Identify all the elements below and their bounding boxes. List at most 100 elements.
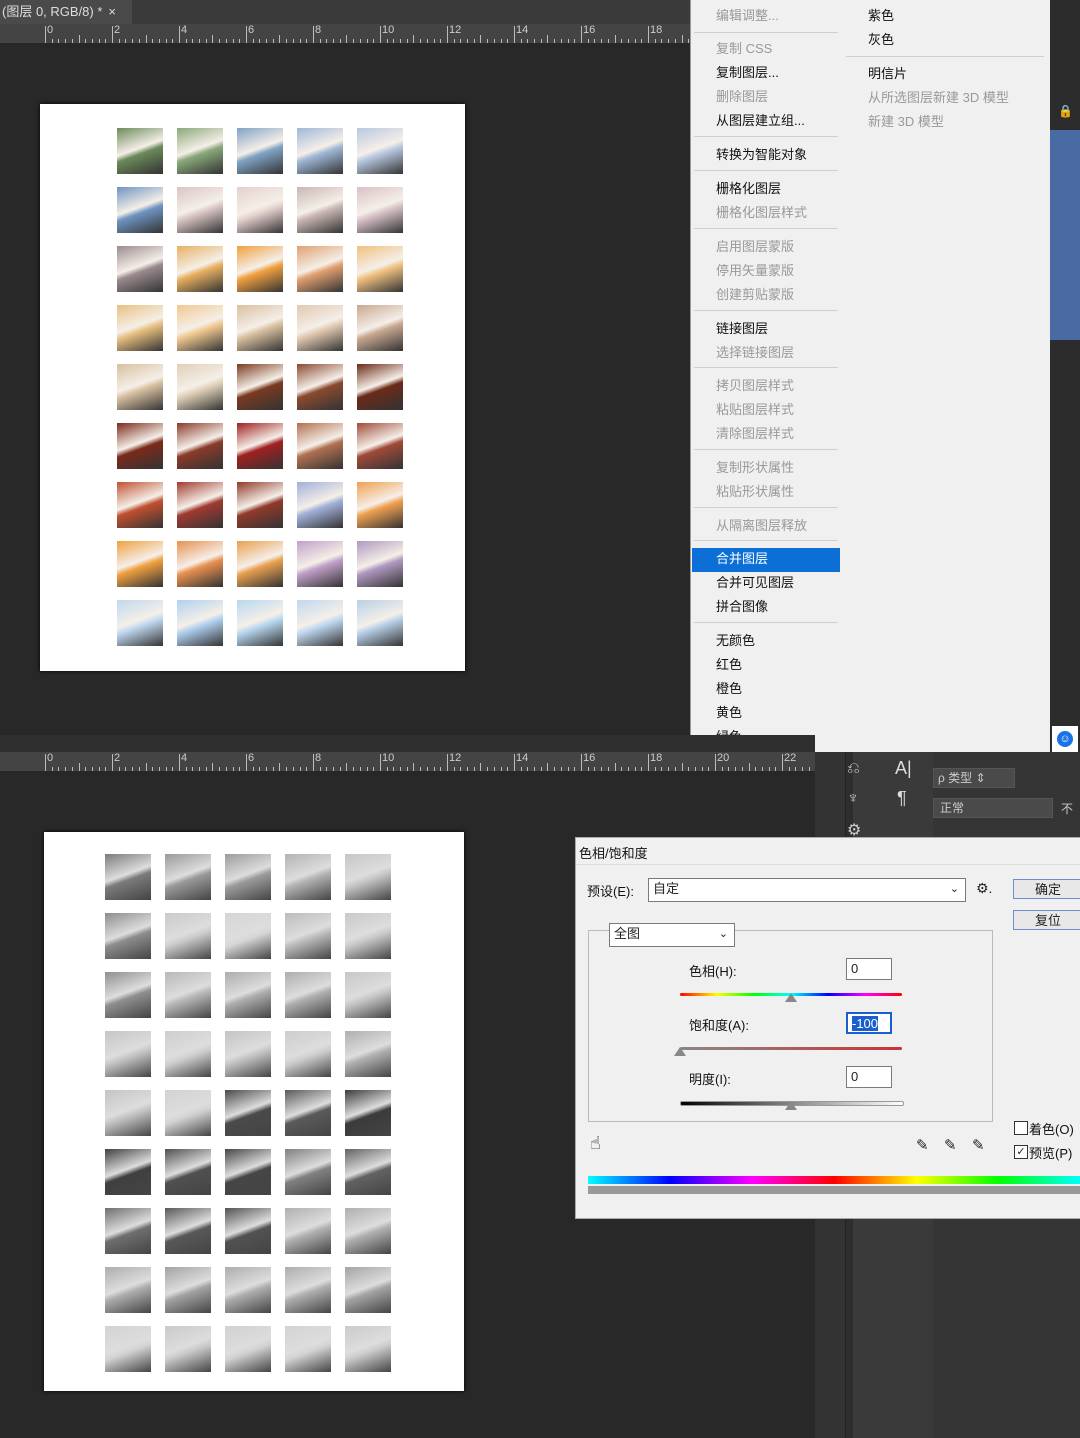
photo-thumbnail: [345, 854, 391, 900]
eyedropper-plus-icon[interactable]: ✎: [944, 1136, 957, 1154]
photo-thumbnail: [105, 854, 151, 900]
ruler-number: 16: [583, 24, 596, 36]
menu-item[interactable]: 拼合图像: [716, 596, 768, 615]
canvas-area-color[interactable]: [0, 43, 690, 735]
layer-filter-kind[interactable]: ρ 类型 ⇕: [933, 768, 1015, 788]
photo-thumbnail: [105, 1267, 151, 1313]
menu-item[interactable]: 红色: [716, 654, 742, 673]
eyedropper-minus-icon[interactable]: ✎: [972, 1136, 985, 1154]
photo-thumbnail: [297, 246, 343, 292]
menu-item[interactable]: 合并可见图层: [716, 572, 794, 591]
photo-thumbnail: [345, 1326, 391, 1372]
menu-item[interactable]: 链接图层: [716, 318, 768, 337]
ruler-tick: [179, 754, 180, 771]
horizontal-ruler-bottom: 0 2 4 6 8 10 12 14 16 18 20 22: [0, 752, 815, 772]
text-tool-icon[interactable]: A|: [895, 758, 912, 779]
horizontal-ruler: 0 2 4 6 8 10 12 14 16 18: [0, 24, 690, 44]
submenu-item[interactable]: 灰色: [868, 29, 894, 48]
targeted-adjust-hand-icon[interactable]: ☝: [590, 1133, 601, 1154]
colorize-checkbox[interactable]: [1014, 1121, 1028, 1135]
reset-button[interactable]: 复位: [1013, 910, 1080, 930]
hue-input[interactable]: 0: [846, 958, 892, 980]
photo-thumbnail: [225, 1149, 271, 1195]
ruler-tick: [447, 754, 448, 771]
smiley-icon[interactable]: ☺: [1057, 731, 1073, 747]
blend-mode-select[interactable]: 正常: [933, 798, 1053, 818]
menu-item[interactable]: 转换为智能对象: [716, 144, 807, 163]
photo-thumbnail: [165, 1326, 211, 1372]
menu-item[interactable]: 橙色: [716, 678, 742, 697]
status-corner: ☺: [1052, 726, 1078, 752]
chevron-down-icon: ⌄: [949, 883, 959, 895]
saturation-slider-handle[interactable]: [674, 1047, 686, 1056]
photo-thumbnail: [357, 364, 403, 410]
channel-select[interactable]: 全图 ⌄: [609, 923, 735, 947]
photo-thumbnail: [105, 1208, 151, 1254]
photo-thumbnail: [117, 187, 163, 233]
photo-thumbnail: [285, 1090, 331, 1136]
selected-layers-highlight: [1050, 130, 1080, 340]
photo-thumbnail: [225, 1267, 271, 1313]
photo-thumbnail: [117, 305, 163, 351]
photo-thumbnail: [177, 246, 223, 292]
lightness-slider-handle[interactable]: [785, 1101, 797, 1110]
menu-item: 粘贴图层样式: [716, 402, 795, 417]
menu-item[interactable]: 无颜色: [716, 630, 755, 649]
ruler-number: 4: [181, 752, 188, 764]
photo-thumbnail: [237, 364, 283, 410]
close-tab-icon[interactable]: ×: [108, 4, 116, 19]
document-tab[interactable]: (图层 0, RGB/8) * ×: [0, 0, 132, 24]
layers-panel-strip: 🔒 ☺: [1050, 0, 1080, 752]
photo-thumbnail: [177, 364, 223, 410]
menu-separator: [694, 228, 838, 229]
ruler-tick: [346, 763, 347, 771]
preset-select[interactable]: 自定 ⌄: [648, 878, 966, 902]
photo-thumbnail: [297, 364, 343, 410]
menu-item: 停用矢量蒙版: [716, 263, 795, 278]
menu-separator: [694, 622, 838, 623]
ok-button[interactable]: 确定: [1013, 879, 1080, 899]
photo-thumbnail: [177, 482, 223, 528]
ruler-number: 10: [382, 752, 395, 764]
ruler-tick: [581, 26, 582, 43]
ruler-tick: [648, 754, 649, 771]
menu-item[interactable]: 栅格化图层: [716, 178, 781, 197]
photo-thumbnail: [225, 1031, 271, 1077]
photo-thumbnail: [177, 423, 223, 469]
saturation-input[interactable]: -100: [846, 1012, 892, 1034]
ruler-tick: [380, 26, 381, 43]
photo-thumbnail: [177, 541, 223, 587]
saturation-slider-track[interactable]: [680, 1047, 902, 1050]
menu-separator: [694, 507, 838, 508]
photo-thumbnail: [237, 128, 283, 174]
puppet-icon[interactable]: ♆: [847, 790, 859, 808]
ruler-number: 18: [650, 752, 663, 764]
paragraph-icon[interactable]: ¶: [897, 788, 907, 809]
ruler-number: 8: [315, 24, 322, 36]
hue-slider-handle[interactable]: [785, 993, 797, 1002]
ruler-tick: [79, 35, 80, 43]
menu-item[interactable]: 合并图层: [716, 548, 768, 567]
photo-thumbnail: [357, 600, 403, 646]
ruler-number: 2: [114, 752, 121, 764]
history-brush-icon[interactable]: ⎌: [847, 760, 860, 778]
preview-checkbox[interactable]: ✓: [1014, 1145, 1028, 1159]
ruler-tick: [112, 754, 113, 771]
lightness-input[interactable]: 0: [846, 1066, 892, 1088]
photo-thumbnail: [237, 423, 283, 469]
photo-thumbnail: [237, 246, 283, 292]
eyedropper-icon[interactable]: ✎: [916, 1136, 929, 1154]
menu-item[interactable]: 复制图层...: [716, 62, 779, 81]
photo-thumbnail: [297, 541, 343, 587]
gear-menu-icon[interactable]: ⚙.: [976, 880, 992, 897]
document-page-color: [40, 104, 465, 671]
menu-item[interactable]: 黄色: [716, 702, 742, 721]
ruler-tick: [413, 763, 414, 771]
photo-thumbnail: [345, 1031, 391, 1077]
menu-item[interactable]: 从图层建立组...: [716, 110, 805, 129]
photo-thumbnail: [165, 1149, 211, 1195]
submenu-item[interactable]: 明信片: [868, 63, 907, 82]
submenu-item[interactable]: 紫色: [868, 5, 894, 24]
menu-item: 复制形状属性: [716, 460, 795, 475]
lock-icon[interactable]: 🔒: [1058, 104, 1073, 118]
